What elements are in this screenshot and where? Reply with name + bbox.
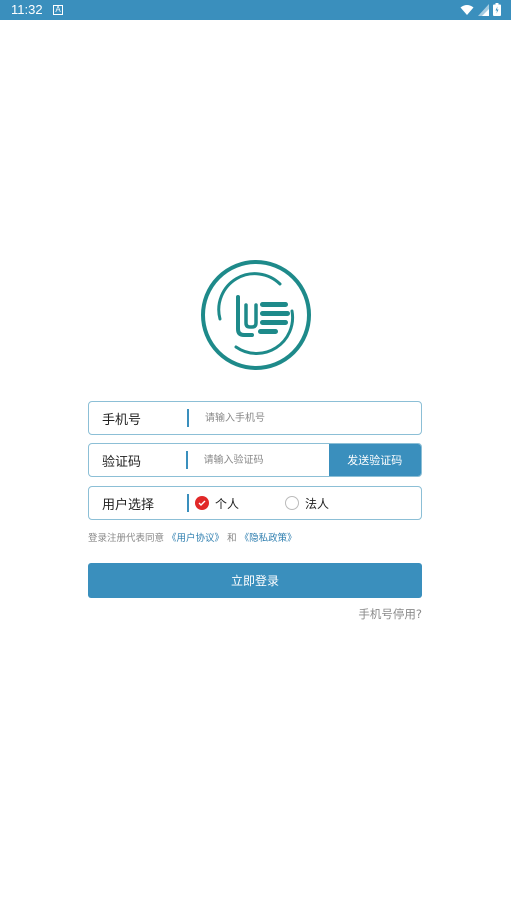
- phone-input[interactable]: [189, 402, 421, 434]
- signal-icon: [478, 3, 489, 16]
- wifi-icon: [460, 4, 474, 15]
- agreement-prefix: 登录注册代表同意: [88, 533, 165, 544]
- app-logo-icon: [201, 260, 311, 370]
- code-label: 验证码: [102, 454, 142, 470]
- privacy-policy-link[interactable]: 《隐私政策》: [240, 533, 297, 544]
- radio-label-legal-person: 法人: [305, 496, 330, 511]
- user-agreement-link[interactable]: 《用户协议》: [167, 533, 224, 544]
- notification-icon: A: [53, 5, 63, 15]
- agreement-text: 登录注册代表同意 《用户协议》 和 《隐私政策》: [88, 530, 297, 544]
- user-type-radio-group: 个人 法人: [189, 495, 375, 512]
- radio-label-individual: 个人: [215, 496, 240, 511]
- send-code-button[interactable]: 发送验证码: [328, 444, 421, 476]
- phone-label: 手机号: [102, 412, 142, 428]
- status-time: 11:32: [11, 2, 43, 17]
- agreement-and: 和: [227, 533, 237, 544]
- battery-icon: [493, 3, 501, 16]
- unchecked-circle-icon: [285, 496, 300, 510]
- radio-option-individual[interactable]: 个人: [195, 495, 239, 512]
- code-field-row: 验证码 发送验证码: [88, 443, 422, 477]
- phone-disabled-link[interactable]: 手机号停用?: [358, 606, 422, 622]
- login-button[interactable]: 立即登录: [88, 563, 422, 598]
- checked-icon: [195, 496, 209, 510]
- radio-option-legal-person[interactable]: 法人: [285, 495, 329, 512]
- status-bar: 11:32 A: [0, 0, 511, 20]
- phone-field-row: 手机号: [88, 401, 422, 435]
- code-input[interactable]: [187, 444, 329, 476]
- user-type-row: 用户选择 个人 法人: [88, 486, 422, 520]
- status-icons: [460, 3, 501, 16]
- user-type-label: 用户选择: [102, 497, 155, 513]
